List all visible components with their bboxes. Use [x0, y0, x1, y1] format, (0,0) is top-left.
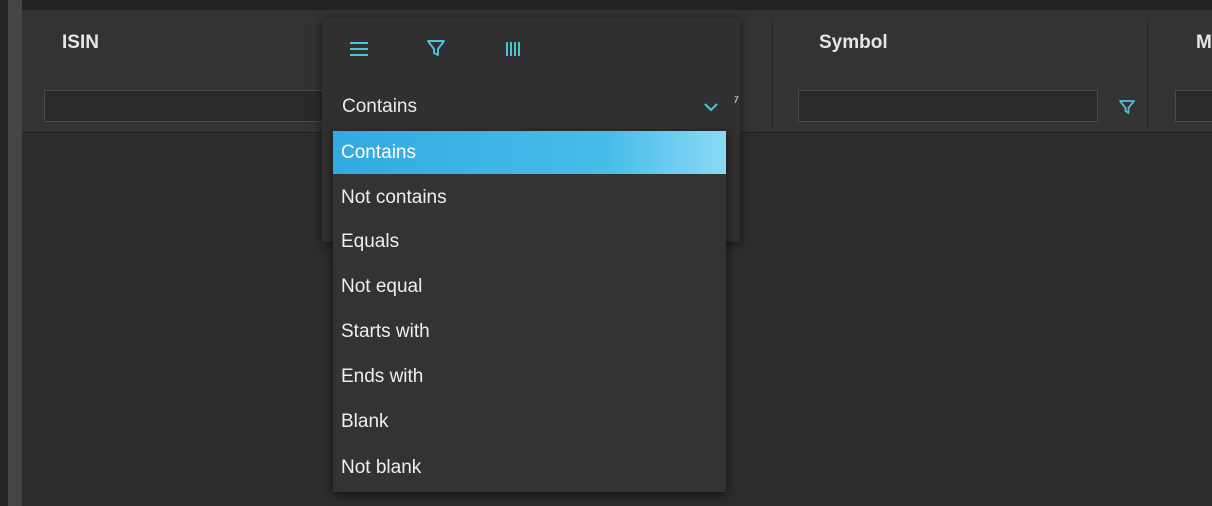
left-edge: [0, 0, 8, 506]
filter-icon: [427, 40, 445, 56]
left-scroll-bar[interactable]: [8, 0, 22, 506]
condition-option-ends-with[interactable]: Ends with: [333, 355, 726, 398]
condition-option-starts-with[interactable]: Starts with: [333, 310, 726, 353]
condition-dropdown-list: Contains Not contains Equals Not equal S…: [333, 131, 726, 492]
column-symbol: Symbol: [773, 10, 1147, 132]
column-title-isin[interactable]: ISIN: [62, 32, 99, 54]
column-title-symbol[interactable]: Symbol: [819, 32, 888, 54]
condition-option-blank[interactable]: Blank: [333, 400, 726, 443]
condition-option-equals[interactable]: Equals: [333, 220, 726, 263]
menu-icon: [350, 42, 368, 56]
condition-option-not-blank[interactable]: Not blank: [333, 446, 726, 489]
top-strip: [0, 0, 1212, 10]
tab-filter[interactable]: [422, 36, 452, 62]
condition-option-not-contains[interactable]: Not contains: [333, 176, 726, 219]
chevron-down-icon: [704, 103, 718, 112]
column-title-partial[interactable]: M: [1196, 32, 1212, 54]
filter-icon-partial: [734, 96, 739, 104]
condition-option-not-equal[interactable]: Not equal: [333, 265, 726, 308]
condition-select[interactable]: Contains: [340, 90, 726, 124]
columns-icon: [506, 42, 520, 56]
condition-option-contains[interactable]: Contains: [333, 131, 726, 174]
menu-tabs: [322, 18, 740, 80]
tab-general[interactable]: [346, 36, 376, 62]
partial-filter-input[interactable]: [1175, 90, 1212, 122]
isin-filter-input[interactable]: [44, 90, 334, 122]
symbol-filter-input[interactable]: [798, 90, 1098, 122]
column-partial: M: [1148, 10, 1212, 132]
tab-columns[interactable]: [498, 36, 528, 62]
filter-icon[interactable]: [1118, 98, 1136, 116]
condition-select-value: Contains: [342, 96, 417, 117]
data-grid: ISIN Symbol M Contains Contains Not cont…: [0, 0, 1212, 506]
